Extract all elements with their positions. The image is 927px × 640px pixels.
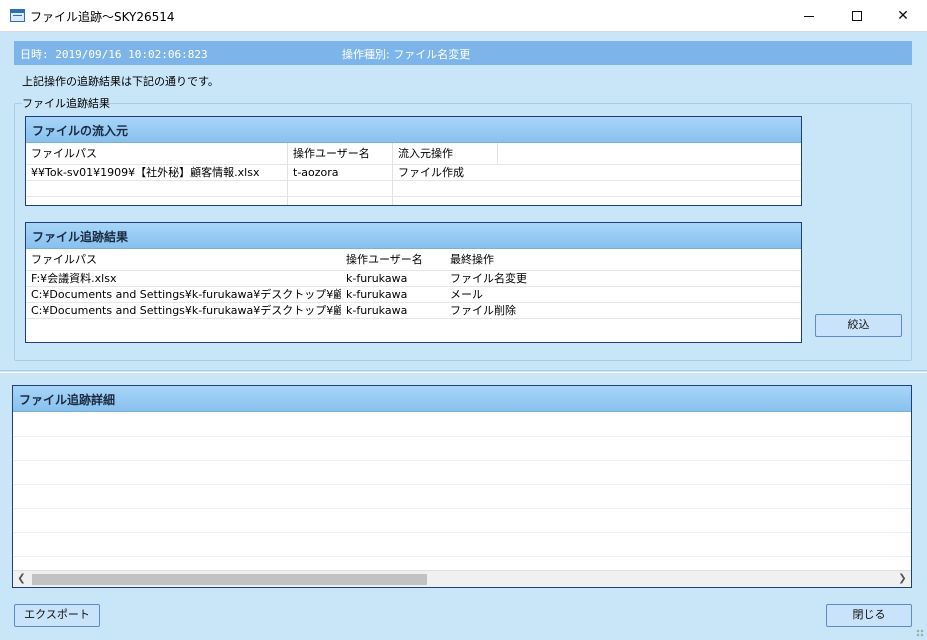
detail-panel-header: ファイル追跡詳細: [13, 386, 911, 412]
column-header-source-operation[interactable]: 流入元操作: [393, 143, 497, 165]
source-panel: ファイルの流入元 ファイルパス 操作ユーザー名 流入元操作 ¥¥Tok-sv01…: [25, 116, 802, 206]
export-button[interactable]: エクスポート: [14, 604, 100, 627]
maximize-button[interactable]: [834, 0, 880, 32]
column-header-file-path[interactable]: ファイルパス: [26, 143, 286, 165]
close-button[interactable]: 閉じる: [826, 604, 912, 627]
close-window-button[interactable]: ✕: [880, 0, 926, 32]
source-panel-header: ファイルの流入元: [26, 117, 801, 143]
resize-grip-icon[interactable]: [916, 629, 924, 637]
section-divider: [0, 370, 927, 373]
minimize-button[interactable]: [786, 0, 832, 32]
cell-file-path: C:¥Documents and Settings¥k-furukawa¥デスク…: [31, 304, 341, 317]
scrollbar-thumb[interactable]: [32, 574, 427, 585]
group-label: ファイル追跡結果: [22, 95, 110, 111]
cell-user: t-aozora: [293, 166, 339, 179]
results-table-header: ファイルパス 操作ユーザー名 最終操作: [26, 249, 801, 271]
results-table: ファイルパス 操作ユーザー名 最終操作 F:¥会議資料.xlsx k-furuk…: [26, 249, 801, 319]
detail-panel: ファイル追跡詳細 ❮ ❯: [12, 385, 912, 588]
table-row[interactable]: ¥¥Tok-sv01¥1909¥【社外秘】顧客情報.xlsx t-aozora …: [26, 165, 801, 181]
cell-file-path: C:¥Documents and Settings¥k-furukawa¥デスク…: [31, 288, 341, 301]
cell-file-path: ¥¥Tok-sv01¥1909¥【社外秘】顧客情報.xlsx: [31, 166, 260, 179]
column-header-user[interactable]: 操作ユーザー名: [341, 249, 445, 271]
cell-operation: ファイル名変更: [450, 272, 527, 285]
cell-user: k-furukawa: [346, 304, 408, 317]
app-window-icon: [10, 9, 25, 22]
title-bar: ファイル追跡〜SKY26514 ✕: [0, 0, 927, 32]
operation-info-bar: 日時: 2019/09/16 10:02:06:823 操作種別: ファイル名変…: [14, 41, 912, 65]
cell-operation: メール: [450, 288, 483, 301]
maximize-icon: [852, 11, 862, 21]
table-row[interactable]: C:¥Documents and Settings¥k-furukawa¥デスク…: [26, 303, 801, 319]
cell-user: k-furukawa: [346, 288, 408, 301]
horizontal-scrollbar[interactable]: ❮ ❯: [13, 570, 911, 587]
table-row[interactable]: F:¥会議資料.xlsx k-furukawa ファイル名変更: [26, 271, 801, 287]
cell-file-path: F:¥会議資料.xlsx: [31, 272, 117, 285]
column-header-last-operation[interactable]: 最終操作: [445, 249, 565, 271]
cell-operation: ファイル作成: [398, 166, 464, 179]
detail-list: [13, 412, 911, 562]
description-text: 上記操作の追跡結果は下記の通りです。: [22, 75, 219, 88]
scroll-right-icon[interactable]: ❯: [894, 572, 911, 587]
window-title: ファイル追跡〜SKY26514: [30, 10, 175, 24]
scroll-left-icon[interactable]: ❮: [13, 572, 30, 587]
column-header-file-path[interactable]: ファイルパス: [26, 249, 341, 271]
close-icon: ✕: [897, 8, 909, 24]
filter-button[interactable]: 絞込: [815, 314, 902, 337]
operation-datetime: 日時: 2019/09/16 10:02:06:823: [20, 48, 208, 61]
results-panel-header: ファイル追跡結果: [26, 223, 801, 249]
table-row[interactable]: C:¥Documents and Settings¥k-furukawa¥デスク…: [26, 287, 801, 303]
results-panel: ファイル追跡結果 ファイルパス 操作ユーザー名 最終操作 F:¥会議資料.xls…: [25, 222, 802, 343]
table-row-empty: [26, 181, 801, 197]
column-header-user[interactable]: 操作ユーザー名: [288, 143, 392, 165]
source-table-header: ファイルパス 操作ユーザー名 流入元操作: [26, 143, 801, 165]
minimize-icon: [804, 15, 814, 17]
cell-operation: ファイル削除: [450, 304, 516, 317]
cell-user: k-furukawa: [346, 272, 408, 285]
operation-type: 操作種別: ファイル名変更: [342, 48, 471, 61]
source-table: ファイルパス 操作ユーザー名 流入元操作 ¥¥Tok-sv01¥1909¥【社外…: [26, 143, 801, 205]
